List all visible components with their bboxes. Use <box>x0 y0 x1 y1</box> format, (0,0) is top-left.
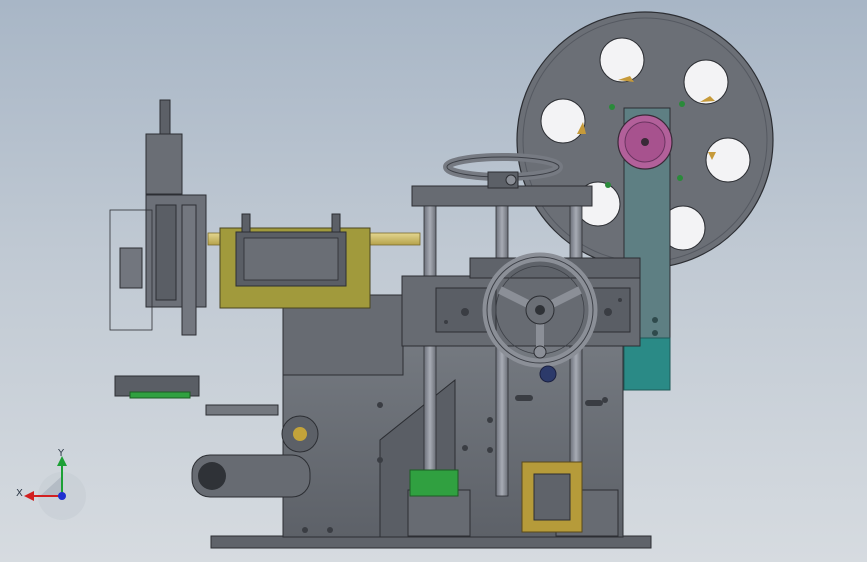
y-axis-label: Y <box>57 448 65 459</box>
cad-viewport[interactable]: Y X <box>0 0 867 562</box>
tension-pulley[interactable] <box>617 114 673 170</box>
left-vertical-slide[interactable] <box>109 99 207 399</box>
lower-arm[interactable] <box>191 404 319 498</box>
base-plate[interactable] <box>210 535 652 549</box>
z-axis-dot <box>58 492 66 500</box>
orientation-triad: Y X <box>16 448 86 520</box>
applicator-head[interactable] <box>207 213 421 309</box>
x-axis-label: X <box>16 488 23 499</box>
